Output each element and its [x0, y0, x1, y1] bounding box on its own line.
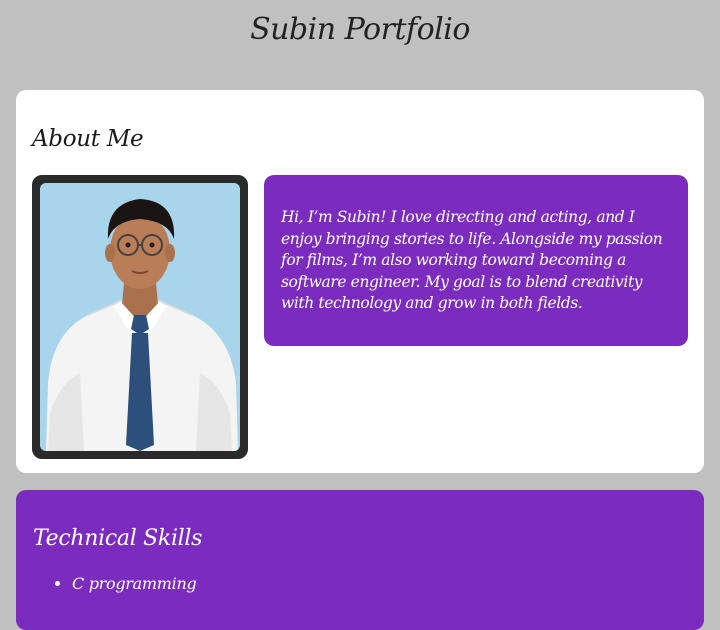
profile-photo-image	[40, 183, 240, 451]
skills-heading: Technical Skills	[33, 526, 203, 551]
about-card: About Me Hi, I’m Subin! I love directing…	[16, 90, 704, 473]
profile-photo	[32, 175, 248, 459]
about-heading: About Me	[32, 126, 144, 152]
about-bio: Hi, I’m Subin! I love directing and acti…	[264, 175, 688, 346]
skills-card: Technical Skills C programming	[16, 490, 704, 630]
page-title: Subin Portfolio	[250, 12, 470, 47]
skill-item: C programming	[72, 574, 197, 593]
skills-list: C programming	[56, 574, 197, 593]
